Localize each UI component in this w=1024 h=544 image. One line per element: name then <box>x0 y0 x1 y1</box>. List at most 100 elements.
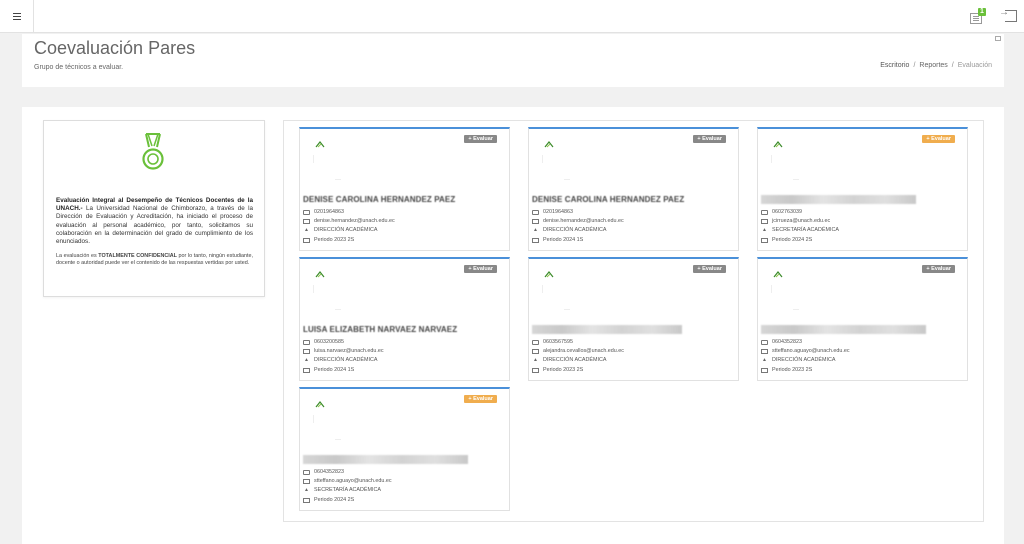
email-row: denise.hernandez@unach.edu.ec <box>303 218 395 224</box>
period-row: Periodo 2023 2S <box>303 237 354 243</box>
calendar-icon <box>761 367 768 373</box>
note-bold: TOTALMENTE CONFIDENCIAL <box>98 253 177 259</box>
photo-placeholder <box>542 155 543 163</box>
staff-name: DENISE CAROLINA HERNANDEZ PAEZ <box>532 195 685 204</box>
info-description: Evaluación Integral al Desempeño de Técn… <box>56 197 253 246</box>
evaluate-button[interactable]: + Evaluar <box>922 135 955 143</box>
photo-placeholder <box>313 415 314 423</box>
photo-placeholder <box>542 285 543 293</box>
staff-name: LUISA ELIZABETH NARVAEZ NARVAEZ <box>303 325 458 334</box>
staff-card: + Evaluar LUISA ELIZABETH NARVAEZ NARVAE… <box>299 257 510 381</box>
staff-email: alejandra.cevallos@unach.edu.ec <box>543 348 624 354</box>
staff-phone: 0604352823 <box>772 339 802 345</box>
staff-period: Periodo 2023 2S <box>314 237 355 243</box>
staff-department: DIRECCIÓN ACADÉMICA <box>314 227 378 233</box>
period-row: Periodo 2024 2S <box>303 497 354 503</box>
staff-card: + Evaluar DENISE CAROLINA HERNANDEZ PAEZ… <box>299 127 510 251</box>
page-header: Coevaluación Pares Grupo de técnicos a e… <box>22 34 1004 87</box>
evaluate-button[interactable]: + Evaluar <box>464 135 497 143</box>
period-row: Periodo 2024 1S <box>303 367 354 373</box>
evaluate-button[interactable]: + Evaluar <box>464 395 497 403</box>
medal-icon <box>142 133 164 170</box>
staff-card: + Evaluar 0602763039 jcirrueza@unach.edu… <box>757 127 968 251</box>
email-row: luisa.narvaez@unach.edu.ec <box>303 348 384 354</box>
notification-badge: 1 <box>978 8 986 16</box>
institution-logo-icon <box>315 401 325 408</box>
graduation-cap-icon: ▲ <box>762 356 767 363</box>
staff-period: Periodo 2023 2S <box>543 367 584 373</box>
confidentiality-note: La evaluación es TOTALMENTE CONFIDENCIAL… <box>56 253 253 268</box>
period-row: Periodo 2024 1S <box>532 237 583 243</box>
envelope-icon <box>303 478 310 484</box>
graduation-cap-icon: ▲ <box>762 226 767 233</box>
calendar-icon <box>532 367 539 373</box>
photo-placeholder-mark <box>564 309 570 310</box>
breadcrumb-item-reportes[interactable]: Reportes <box>919 62 947 69</box>
staff-period: Periodo 2024 2S <box>772 237 813 243</box>
page-title: Coevaluación Pares <box>34 38 196 58</box>
id-card-icon <box>303 469 310 475</box>
graduation-cap-icon: ▲ <box>304 226 309 233</box>
staff-department: SECRETARÍA ACADÉMICA <box>314 487 381 493</box>
top-navbar: 1 <box>0 0 1024 33</box>
staff-phone: 0603200585 <box>314 339 344 345</box>
department-row: ▲ DIRECCIÓN ACADÉMICA <box>303 226 378 233</box>
institution-logo-icon <box>544 141 554 148</box>
staff-department: DIRECCIÓN ACADÉMICA <box>543 357 607 363</box>
breadcrumb: Escritorio / Reportes / Evaluación <box>880 62 992 69</box>
staff-name: DENISE CAROLINA HERNANDEZ PAEZ <box>303 195 456 204</box>
note-prefix: La evaluación es <box>56 253 99 259</box>
phone-row: 0602763039 <box>761 209 802 215</box>
period-row: Periodo 2023 2S <box>761 367 812 373</box>
photo-placeholder-mark <box>793 179 799 180</box>
hamburger-icon <box>12 13 21 20</box>
staff-email: luisa.narvaez@unach.edu.ec <box>314 348 384 354</box>
photo-placeholder-mark <box>564 179 570 180</box>
institution-logo-icon <box>773 141 783 148</box>
staff-card: + Evaluar 0603567595 alejandra.cevallos@… <box>528 257 739 381</box>
id-card-icon <box>303 339 310 345</box>
phone-row: 0603200585 <box>303 339 344 345</box>
breadcrumb-item-evaluacion: Evaluación <box>957 62 992 69</box>
menu-toggle-button[interactable] <box>0 0 34 33</box>
department-row: ▲ DIRECCIÓN ACADÉMICA <box>532 356 607 363</box>
breadcrumb-item-escritorio[interactable]: Escritorio <box>880 62 909 69</box>
panel-minimize-icon[interactable] <box>995 36 1001 41</box>
staff-phone: 0602763039 <box>772 209 802 215</box>
staff-department: DIRECCIÓN ACADÉMICA <box>543 227 607 233</box>
logout-icon[interactable] <box>999 7 1017 22</box>
photo-placeholder-mark <box>793 309 799 310</box>
institution-logo-icon <box>315 141 325 148</box>
email-row: denise.hernandez@unach.edu.ec <box>532 218 624 224</box>
institution-logo-icon <box>544 271 554 278</box>
evaluate-button[interactable]: + Evaluar <box>922 265 955 273</box>
staff-name-redacted <box>761 195 916 204</box>
staff-card: + Evaluar 0604352823 stteffano.aguayo@un… <box>299 387 510 511</box>
staff-email: stteffano.aguayo@unach.edu.ec <box>772 348 850 354</box>
email-row: stteffano.aguayo@unach.edu.ec <box>761 348 850 354</box>
evaluate-button[interactable]: + Evaluar <box>464 265 497 273</box>
email-row: stteffano.aguayo@unach.edu.ec <box>303 478 392 484</box>
envelope-icon <box>532 348 539 354</box>
email-row: alejandra.cevallos@unach.edu.ec <box>532 348 624 354</box>
staff-period: Periodo 2024 2S <box>314 497 355 503</box>
id-card-icon <box>761 209 768 215</box>
evaluate-button[interactable]: + Evaluar <box>693 135 726 143</box>
staff-name-redacted <box>303 455 468 464</box>
department-row: ▲ SECRETARÍA ACADÉMICA <box>761 227 839 233</box>
staff-phone: 0201964863 <box>543 209 573 215</box>
photo-placeholder <box>313 155 314 163</box>
evaluate-button[interactable]: + Evaluar <box>693 265 726 273</box>
evaluation-info-box: Evaluación Integral al Desempeño de Técn… <box>43 120 265 297</box>
graduation-cap-icon: ▲ <box>533 356 538 363</box>
notifications-button[interactable]: 1 <box>968 8 988 25</box>
staff-phone: 0201964863 <box>314 209 344 215</box>
staff-period: Periodo 2024 1S <box>543 237 584 243</box>
graduation-cap-icon: ▲ <box>304 486 309 493</box>
id-card-icon <box>532 209 539 215</box>
id-card-icon <box>303 209 310 215</box>
staff-department: DIRECCIÓN ACADÉMICA <box>772 357 836 363</box>
staff-name-redacted <box>532 325 682 334</box>
calendar-icon <box>303 237 310 243</box>
phone-row: 0201964863 <box>303 209 344 215</box>
